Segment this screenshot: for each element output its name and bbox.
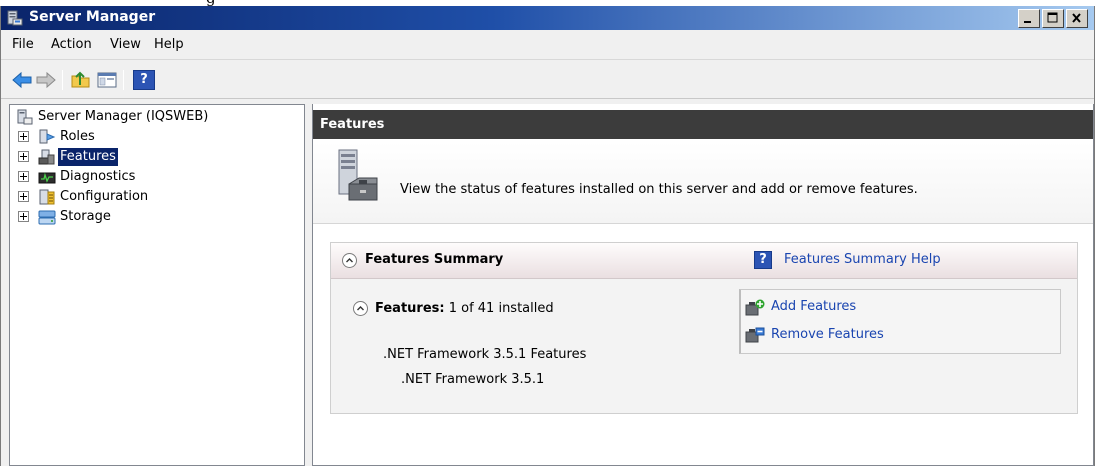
installed-feature-item: .NET Framework 3.5.1 (401, 372, 545, 387)
help-icon[interactable]: ? (754, 251, 772, 269)
back-arrow-icon[interactable] (11, 70, 33, 90)
configuration-icon (39, 189, 55, 205)
content-header: Features (313, 110, 1093, 139)
tree-item-label: Diagnostics (60, 169, 136, 184)
maximize-button[interactable] (1042, 9, 1064, 28)
up-folder-icon[interactable] (70, 70, 92, 90)
pane-splitter[interactable] (305, 104, 311, 466)
features-count-line: Features: 1 of 41 installed (375, 301, 554, 316)
expand-plus-icon[interactable] (18, 171, 29, 182)
close-icon (1072, 13, 1081, 23)
toolbar-separator (62, 70, 63, 90)
remove-features-icon (745, 327, 765, 343)
collapse-chevron-icon[interactable] (353, 301, 368, 316)
add-features-link[interactable]: Add Features (771, 299, 856, 314)
maximize-icon (1047, 12, 1058, 23)
toolbar: ? (1, 61, 1094, 99)
features-server-toolbox-icon (338, 149, 378, 201)
roles-icon (39, 129, 56, 144)
features-intro: View the status of features installed on… (313, 142, 1093, 224)
content-pane: Features View the status of features ins… (312, 104, 1094, 466)
storage-icon (38, 210, 56, 225)
show-hide-console-tree-icon[interactable] (96, 70, 118, 90)
diagnostics-icon (38, 172, 56, 184)
server-manager-window: Server Manager File Action View Help ? S… (0, 6, 1095, 466)
tree-item-label: Configuration (60, 189, 149, 204)
tree-root-label: Server Manager (IQSWEB) (38, 109, 209, 124)
server-icon (17, 109, 33, 125)
expand-plus-icon[interactable] (18, 211, 29, 222)
server-manager-icon (7, 10, 23, 26)
menu-file[interactable]: File (12, 37, 34, 52)
features-label: Features: (375, 301, 445, 316)
menu-view[interactable]: View (110, 37, 141, 52)
remove-features-link[interactable]: Remove Features (771, 327, 884, 342)
features-summary-header: Features Summary ? Features Summary Help (331, 243, 1077, 279)
forward-arrow-icon[interactable] (35, 70, 57, 90)
collapse-chevron-icon[interactable] (342, 253, 357, 268)
menu-bar: File Action View Help (1, 30, 1094, 60)
features-summary-title: Features Summary (365, 252, 504, 267)
expand-plus-icon[interactable] (18, 151, 29, 162)
tree-item-label: Storage (60, 209, 111, 224)
close-button[interactable] (1066, 9, 1088, 28)
menu-help[interactable]: Help (154, 37, 184, 52)
tree-item-label: Roles (60, 129, 95, 144)
title-bar[interactable]: Server Manager (1, 6, 1094, 30)
features-summary-panel: Features Summary ? Features Summary Help… (330, 242, 1078, 414)
console-tree: Server Manager (IQSWEB) Roles Features D… (9, 104, 305, 466)
expand-plus-icon[interactable] (18, 191, 29, 202)
installed-feature-item: .NET Framework 3.5.1 Features (383, 347, 587, 362)
toolbar-separator (123, 70, 124, 90)
features-icon (38, 149, 55, 165)
features-actions-box: Add Features Remove Features (739, 289, 1061, 354)
features-description: View the status of features installed on… (400, 182, 918, 197)
minimize-icon (1024, 21, 1031, 23)
help-icon[interactable]: ? (133, 70, 155, 90)
features-count: 1 of 41 installed (448, 301, 554, 316)
features-summary-help-link[interactable]: Features Summary Help (784, 252, 941, 267)
minimize-button[interactable] (1018, 9, 1040, 28)
add-features-icon (745, 299, 765, 316)
menu-action[interactable]: Action (51, 37, 92, 52)
expand-plus-icon[interactable] (18, 131, 29, 142)
tree-item-label: Features (58, 148, 118, 166)
window-title: Server Manager (29, 9, 156, 25)
